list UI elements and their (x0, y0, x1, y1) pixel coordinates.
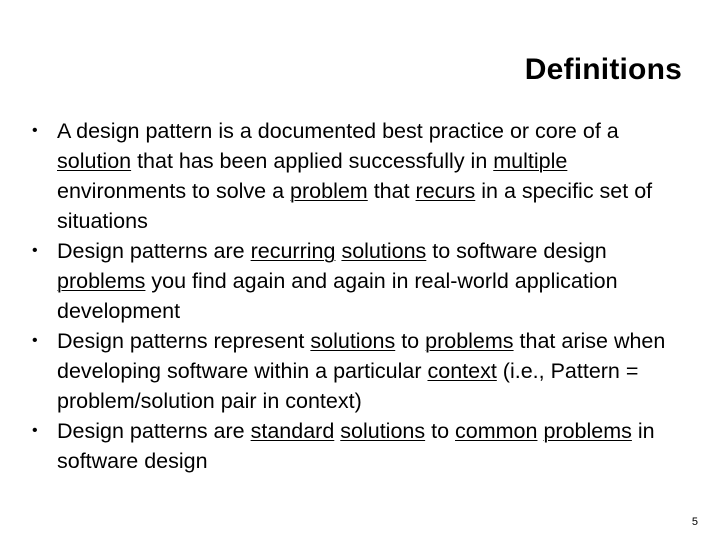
bullet-dot-icon: • (32, 122, 38, 139)
text-run: that has been applied successfully in (131, 149, 494, 173)
text-run: to software design (426, 239, 607, 263)
text-run: to (395, 329, 426, 353)
text-run: to (425, 419, 456, 443)
text-run: environments to solve a (57, 179, 291, 203)
emphasized-term: context (427, 359, 497, 383)
emphasized-term: recurring (250, 239, 336, 263)
list-item: • Design patterns are standard solutions … (26, 416, 694, 476)
page-number: 5 (691, 516, 698, 528)
list-item-text: Design patterns are standard solutions t… (57, 419, 655, 473)
list-item: • Design patterns are recurring solutions… (26, 236, 694, 326)
emphasized-term: standard (250, 419, 335, 443)
text-run: Design patterns are (57, 239, 251, 263)
bullet-dot-icon: • (32, 242, 38, 259)
emphasized-term: multiple (493, 149, 568, 173)
emphasized-term: solutions (341, 239, 427, 263)
emphasized-term: problems (425, 329, 514, 353)
list-item: • Design patterns represent solutions to … (26, 326, 694, 416)
bullet-dot-icon: • (32, 332, 38, 349)
bullet-dot-icon: • (32, 422, 38, 439)
list-item-text: A design pattern is a documented best pr… (57, 119, 652, 233)
emphasized-term: problem (290, 179, 368, 203)
slide-body: • A design pattern is a documented best p… (26, 116, 694, 476)
text-run: that (367, 179, 416, 203)
list-item-text: Design patterns represent solutions to p… (57, 329, 665, 413)
list-item: • A design pattern is a documented best p… (26, 116, 694, 236)
text-run: A design pattern is a documented best pr… (57, 119, 619, 143)
list-item-text: Design patterns are recurring solutions … (57, 239, 618, 323)
emphasized-term: common (455, 419, 538, 443)
emphasized-term: solution (57, 149, 132, 173)
text-run: Design patterns represent (57, 329, 311, 353)
slide: Definitions • A design pattern is a docum… (0, 0, 720, 540)
text-run: Design patterns are (57, 419, 251, 443)
emphasized-term: problems (57, 269, 146, 293)
bullet-list: • A design pattern is a documented best p… (26, 116, 694, 476)
emphasized-term: recurs (415, 179, 476, 203)
page-title: Definitions (524, 53, 682, 86)
emphasized-term: solutions (310, 329, 396, 353)
emphasized-term: problems (543, 419, 632, 443)
emphasized-term: solutions (340, 419, 426, 443)
